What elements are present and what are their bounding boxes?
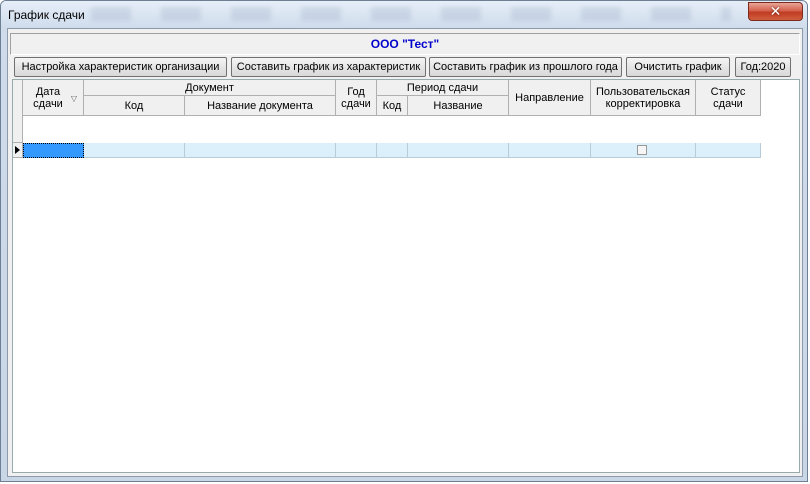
title-bar-background [91, 7, 731, 21]
user-correction-checkbox[interactable] [637, 145, 647, 155]
column-header-status-label: Статус сдачи [710, 85, 746, 110]
column-header-doc-name[interactable]: Название документа [185, 96, 336, 116]
column-header-period-name[interactable]: Название [408, 96, 509, 116]
row-indicator[interactable] [13, 143, 23, 158]
close-icon: ✕ [769, 3, 782, 19]
organization-panel: ООО "Тест" [10, 33, 800, 55]
cell-direction[interactable] [509, 143, 591, 158]
year-button[interactable]: Год:2020 [735, 57, 791, 77]
row-header-corner [13, 80, 23, 143]
cell-doc-code[interactable] [84, 143, 185, 158]
cell-year[interactable] [336, 143, 377, 158]
schedule-grid: Дата сдачи ▽ Документ Код Название докум… [12, 79, 800, 473]
window-title: График сдачи [8, 8, 85, 22]
column-header-doc-code[interactable]: Код [84, 96, 185, 116]
org-settings-button[interactable]: Настройка характеристик организации [14, 57, 227, 77]
column-header-direction[interactable]: Направление [509, 80, 591, 116]
cell-doc-name[interactable] [185, 143, 336, 158]
column-header-status[interactable]: Статус сдачи [696, 80, 761, 116]
current-row-arrow-icon [15, 146, 20, 154]
column-header-user-correction-label: Пользовательская корректировка [595, 85, 690, 110]
sort-descending-icon: ▽ [70, 94, 77, 103]
column-header-user-correction[interactable]: Пользовательская корректировка [591, 80, 696, 116]
cell-user-correction[interactable] [591, 143, 696, 158]
build-from-characteristics-button[interactable]: Составить график из характеристик [231, 57, 426, 77]
close-button[interactable]: ✕ [748, 2, 803, 21]
cell-date[interactable] [23, 143, 84, 158]
build-from-previous-year-button[interactable]: Составить график из прошлого года [429, 57, 622, 77]
client-area: ООО "Тест" Настройка характеристик орган… [7, 28, 803, 477]
column-header-year[interactable]: Год сдачи [336, 80, 377, 116]
main-window: График сдачи ✕ ООО "Тест" Настройка хара… [0, 0, 808, 482]
title-bar[interactable]: График сдачи ✕ [1, 1, 807, 28]
cell-period-code[interactable] [377, 143, 408, 158]
column-group-period: Период сдачи [377, 80, 509, 96]
cell-status[interactable] [696, 143, 761, 158]
organization-name: ООО "Тест" [370, 37, 440, 51]
column-header-year-label: Год сдачи [341, 85, 371, 110]
clear-schedule-button[interactable]: Очистить график [626, 57, 730, 77]
column-header-date[interactable]: Дата сдачи ▽ [23, 80, 84, 116]
column-group-document: Документ [84, 80, 336, 96]
cell-period-name[interactable] [408, 143, 509, 158]
column-header-period-code[interactable]: Код [377, 96, 408, 116]
